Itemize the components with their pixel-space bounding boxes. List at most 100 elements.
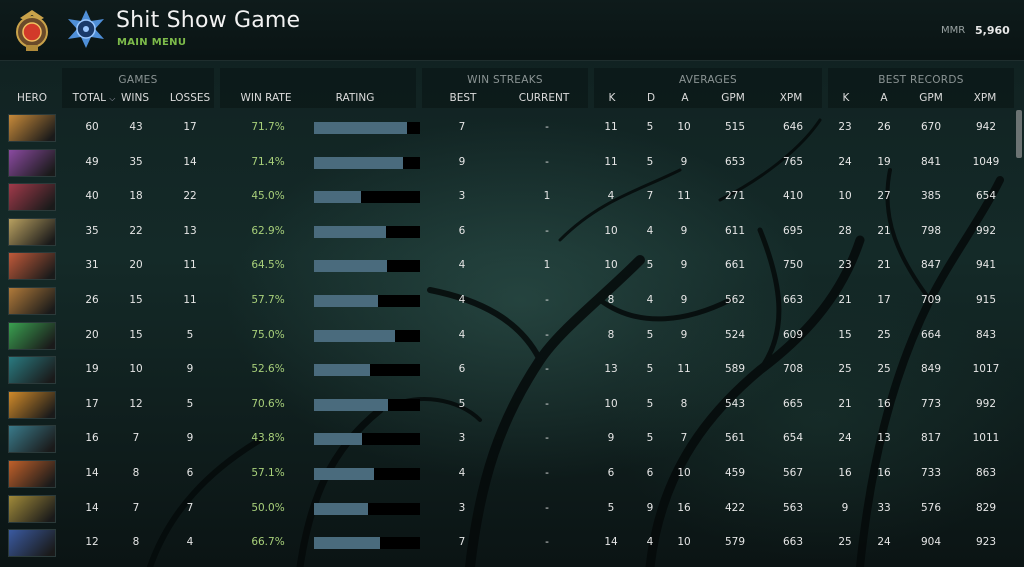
cell-losses: 5 [186,397,194,410]
col-best-k[interactable]: K [838,92,854,104]
table-row[interactable]: 35 22 13 62.9% 6 - 10 4 9 611 695 28 21 798 992 [0,215,1014,249]
rating-bar-fill [314,156,403,169]
hero-12-icon[interactable] [8,494,56,523]
hero-3-icon[interactable] [8,183,56,212]
col-hero[interactable]: HERO [10,92,54,104]
cell-current: - [545,294,549,306]
cell-xpm: 695 [782,224,804,237]
cell-gpm: 611 [724,224,746,237]
table-row[interactable]: 20 15 5 75.0% 4 - 8 5 9 524 609 15 25 664 843 [0,319,1014,353]
cell-current: - [545,224,549,237]
hero-2-icon[interactable] [8,148,56,177]
col-avg-gpm[interactable]: GPM [716,92,750,104]
hero-7-icon[interactable] [8,321,56,350]
cell-best: 4 [458,467,466,479]
cell-k: 13 [604,363,618,376]
col-avg-k[interactable]: K [604,92,620,104]
cell-ba: 26 [877,121,891,133]
table-row[interactable]: 49 35 14 71.4% 9 - 11 5 9 653 765 24 19 841 1049 [0,146,1014,180]
scrollbar[interactable] [1016,110,1022,158]
cell-xpm: 646 [782,121,804,133]
cell-gpm: 561 [724,432,746,445]
col-losses[interactable]: LOSSES [166,92,214,104]
hero-10-icon[interactable] [8,425,56,454]
col-best-a[interactable]: A [876,92,892,104]
cell-ba: 16 [877,467,891,479]
hero-13-icon[interactable] [8,529,56,558]
table-row[interactable]: 40 18 22 45.0% 3 1 4 7 11 271 410 10 27 385 654 [0,180,1014,214]
col-current-streak[interactable]: CURRENT [514,92,574,104]
cell-k: 8 [607,294,615,306]
cell-bk: 15 [838,328,852,341]
cell-win-rate: 71.4% [251,155,285,168]
hero-5-icon[interactable] [8,252,56,281]
table-row[interactable]: 31 20 11 64.5% 4 1 10 5 9 661 750 23 21 847 941 [0,249,1014,283]
cell-d: 5 [646,155,654,168]
hero-4-icon[interactable] [8,217,56,246]
cell-best: 4 [458,328,466,341]
hero-11-icon[interactable] [8,460,56,488]
rank-medal-icon[interactable] [10,8,54,54]
cell-gpm: 653 [724,155,746,168]
cell-a: 9 [680,224,688,237]
cell-d: 5 [646,363,654,376]
cell-losses: 14 [183,155,197,168]
cell-total: 40 [85,190,99,203]
cell-bxpm: 942 [975,121,997,133]
cell-bgpm: 904 [920,536,942,549]
rating-bar-track [314,225,420,238]
cell-wins: 15 [129,294,143,306]
hero-6-icon[interactable] [8,287,56,315]
col-best-gpm[interactable]: GPM [914,92,948,104]
cell-k: 6 [607,467,615,479]
cell-total: 14 [85,467,99,479]
cell-a: 11 [677,190,691,203]
col-wins[interactable]: WINS [118,92,152,104]
cell-current: - [545,432,549,445]
rating-bar-fill [314,398,388,411]
cell-bxpm: 992 [975,397,997,410]
cell-bgpm: 847 [920,259,942,272]
table-row[interactable]: 19 10 9 52.6% 6 - 13 5 11 589 708 25 25 849 1017 [0,353,1014,387]
cell-bgpm: 670 [920,121,942,133]
cell-bk: 24 [838,155,852,168]
col-avg-a[interactable]: A [677,92,693,104]
table-row[interactable]: 14 7 7 50.0% 3 - 5 9 16 422 563 9 33 576 829 [0,492,1014,526]
cell-total: 26 [85,294,99,306]
table-row[interactable]: 60 43 17 71.7% 7 - 11 5 10 515 646 23 26 670 942 [0,111,1014,145]
col-rating[interactable]: RATING [330,92,380,104]
cell-xpm: 410 [782,190,804,203]
cell-xpm: 663 [782,536,804,549]
rating-bar-fill [314,468,374,480]
profile-emblem-icon[interactable] [66,9,106,49]
cell-bk: 25 [838,363,852,376]
cell-best: 4 [458,259,466,272]
table-row[interactable]: 16 7 9 43.8% 3 - 9 5 7 561 654 24 13 817 1011 [0,422,1014,456]
col-best-xpm[interactable]: XPM [968,92,1002,104]
col-total[interactable]: TOTAL ⌵ [70,92,118,104]
table-row[interactable]: 17 12 5 70.6% 5 - 10 5 8 543 665 21 16 773 992 [0,388,1014,422]
table-row[interactable]: 12 8 4 66.7% 7 - 14 4 10 579 663 25 24 904 923 [0,526,1014,560]
hero-1-icon[interactable] [8,114,56,142]
cell-bk: 23 [838,121,852,133]
cell-win-rate: 66.7% [251,536,285,549]
col-avg-d[interactable]: D [643,92,659,104]
hero-8-icon[interactable] [8,356,56,385]
main-menu-link[interactable]: MAIN MENU [117,37,186,48]
cell-ba: 27 [877,190,891,203]
cell-gpm: 562 [724,294,746,306]
col-avg-xpm[interactable]: XPM [774,92,808,104]
rating-bar-track [314,156,420,169]
page-title: Shit Show Game [116,8,301,33]
cell-win-rate: 52.6% [251,363,285,376]
cell-k: 5 [607,501,615,514]
table-row[interactable]: 14 8 6 57.1% 4 - 6 6 10 459 567 16 16 733 863 [0,457,1014,491]
cell-xpm: 663 [782,294,804,306]
cell-best: 7 [458,536,466,549]
col-best-streak[interactable]: BEST [445,92,481,104]
col-total-label: TOTAL [72,92,106,104]
hero-9-icon[interactable] [8,390,56,419]
cell-a: 9 [680,259,688,272]
table-row[interactable]: 26 15 11 57.7% 4 - 8 4 9 562 663 21 17 709 915 [0,284,1014,318]
col-win-rate[interactable]: WIN RATE [236,92,296,104]
